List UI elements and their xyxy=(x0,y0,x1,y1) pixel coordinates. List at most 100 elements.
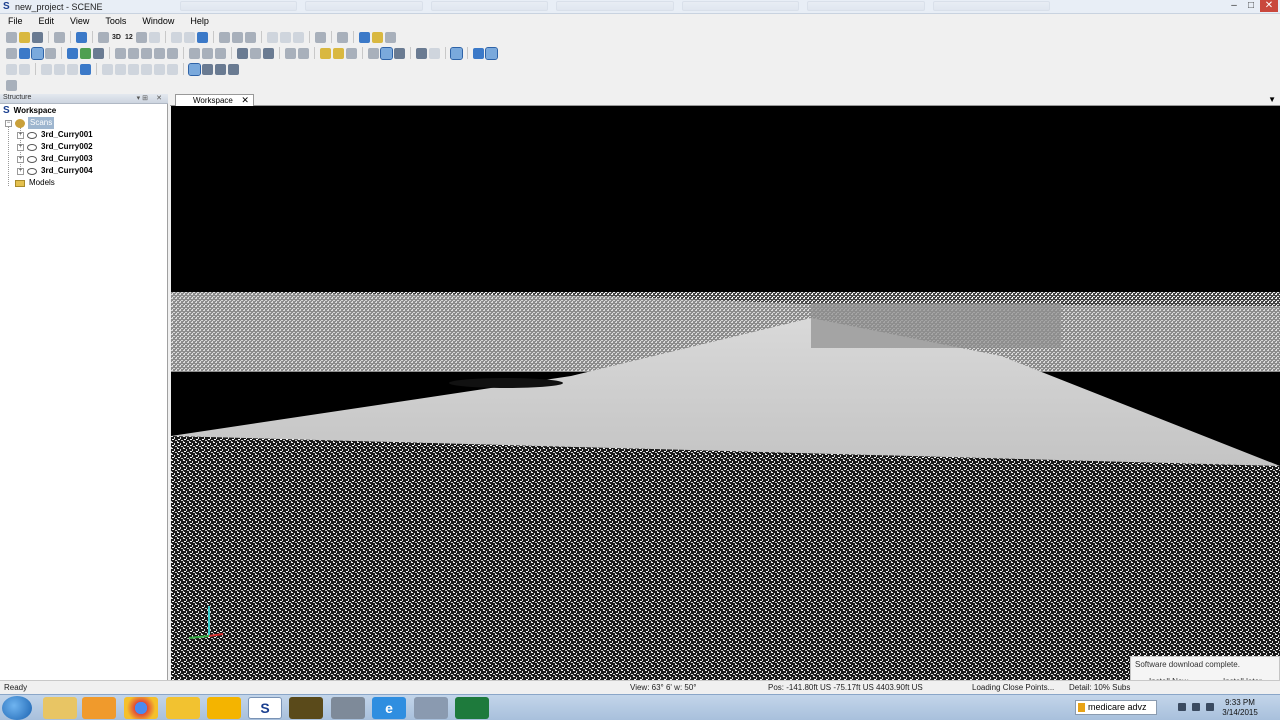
walk-icon[interactable] xyxy=(31,46,44,60)
tab-close-icon[interactable]: ✕ xyxy=(241,95,249,106)
pointer-icon[interactable] xyxy=(298,47,309,59)
network-icon[interactable] xyxy=(1192,703,1200,711)
draw-line-icon[interactable] xyxy=(115,63,126,75)
draw-window-icon[interactable] xyxy=(202,63,213,75)
marker-icon[interactable] xyxy=(263,47,274,59)
start-button-icon[interactable] xyxy=(2,696,32,720)
draw-arc-icon[interactable] xyxy=(167,63,178,75)
expand-toggle[interactable]: + xyxy=(17,167,24,175)
save-icon[interactable] xyxy=(32,31,43,43)
view-right-icon[interactable] xyxy=(154,47,165,59)
menu-help[interactable]: Help xyxy=(182,14,217,28)
draw-lasso-icon[interactable] xyxy=(41,63,52,75)
draw-move-icon[interactable] xyxy=(19,63,30,75)
rotate-icon[interactable] xyxy=(266,31,278,43)
snapshot-icon[interactable] xyxy=(218,31,230,43)
ie-icon[interactable]: e xyxy=(372,697,406,719)
point-cloud-view[interactable] xyxy=(171,106,1280,680)
view-top-icon[interactable] xyxy=(167,47,178,59)
draw-paste-icon[interactable] xyxy=(228,63,239,75)
tree-item-scan-2[interactable]: + 3rd_Curry002 xyxy=(17,141,93,153)
disk-icon[interactable] xyxy=(331,697,365,719)
close-window-button[interactable]: ✕ xyxy=(1260,0,1278,12)
sun-icon[interactable] xyxy=(207,697,241,719)
zoom-fit-icon[interactable] xyxy=(215,47,226,59)
norton-icon[interactable] xyxy=(166,697,200,719)
draw-poly-icon[interactable] xyxy=(128,63,139,75)
collapse-toggle[interactable]: − xyxy=(5,119,12,127)
new-icon[interactable] xyxy=(6,31,17,43)
draw-ellipse-icon[interactable] xyxy=(154,63,165,75)
expand-toggle[interactable]: + xyxy=(17,143,24,151)
tree-item-scans[interactable]: − Scans xyxy=(5,117,55,129)
clipboard-icon[interactable] xyxy=(231,31,243,43)
grid-coarse-icon[interactable] xyxy=(394,47,405,59)
maximize-button[interactable]: □ xyxy=(1243,0,1259,12)
draw-eraser-icon[interactable] xyxy=(67,63,78,75)
globe-icon[interactable] xyxy=(19,47,30,59)
structure-pin-button[interactable]: ▾ ⊞ xyxy=(137,94,148,102)
tag2-icon[interactable] xyxy=(333,47,344,59)
print-icon[interactable] xyxy=(54,31,65,43)
tree-item-workspace[interactable]: S Workspace xyxy=(3,105,56,117)
draw-rect-icon[interactable] xyxy=(102,63,113,75)
link-icon[interactable] xyxy=(45,47,56,59)
structure-close-button[interactable]: ✕ xyxy=(156,94,162,102)
home-icon[interactable] xyxy=(135,31,147,43)
cube-dark-icon[interactable] xyxy=(93,47,104,59)
scene-icon[interactable]: S xyxy=(248,697,282,719)
draw-pen-icon[interactable] xyxy=(80,63,91,75)
clip-box-icon[interactable] xyxy=(250,47,261,59)
view-3d-button[interactable]: 3D xyxy=(111,34,122,41)
grid-fine-icon[interactable] xyxy=(380,46,393,60)
system-clock[interactable]: 9:33 PM 3/14/2015 xyxy=(1218,698,1262,718)
cube-green-icon[interactable] xyxy=(80,47,91,59)
layer-active-icon[interactable] xyxy=(485,46,498,60)
menu-view[interactable]: View xyxy=(62,14,97,28)
grid-icon[interactable] xyxy=(285,47,296,59)
tree-item-scan-1[interactable]: + 3rd_Curry001 xyxy=(17,129,93,141)
tree-item-scan-4[interactable]: + 3rd_Curry004 xyxy=(17,165,93,177)
view-back-icon[interactable] xyxy=(128,47,139,59)
zoom-out-icon[interactable] xyxy=(202,47,213,59)
flag-icon[interactable] xyxy=(1178,703,1186,711)
grid-dark-icon[interactable] xyxy=(416,47,427,59)
view-left-icon[interactable] xyxy=(141,47,152,59)
undo-icon[interactable] xyxy=(279,31,291,43)
filter2-icon[interactable] xyxy=(346,47,357,59)
expand-toggle[interactable]: + xyxy=(17,131,24,139)
expand-toggle[interactable]: + xyxy=(17,155,24,163)
taskbar-search-input[interactable]: medicare advz xyxy=(1075,700,1157,715)
copy-icon[interactable] xyxy=(183,31,195,43)
zoom-in-icon[interactable] xyxy=(189,47,200,59)
minimize-button[interactable]: – xyxy=(1226,0,1242,12)
tab-workspace[interactable]: Workspace ✕ xyxy=(175,94,254,106)
layer-blue-icon[interactable] xyxy=(473,47,484,59)
measure-icon[interactable] xyxy=(237,47,248,59)
plugin-icon[interactable] xyxy=(6,79,17,91)
draw-square-icon[interactable] xyxy=(188,62,201,76)
draw-brush-icon[interactable] xyxy=(54,63,65,75)
list-icon[interactable] xyxy=(244,31,256,43)
redo-icon[interactable] xyxy=(292,31,304,43)
filter-icon[interactable] xyxy=(336,31,348,43)
view-12-button[interactable]: 12 xyxy=(124,34,134,41)
grid-dots-icon[interactable] xyxy=(368,47,379,59)
excel-icon[interactable] xyxy=(455,697,489,719)
menu-edit[interactable]: Edit xyxy=(31,14,63,28)
open-icon[interactable] xyxy=(19,31,30,43)
target-icon[interactable] xyxy=(371,31,383,43)
menu-tools[interactable]: Tools xyxy=(97,14,134,28)
tag-icon[interactable] xyxy=(320,47,331,59)
media-player-icon[interactable] xyxy=(82,697,116,719)
select-icon[interactable] xyxy=(450,46,463,60)
chrome-icon[interactable] xyxy=(124,697,158,719)
view-2d-icon[interactable] xyxy=(98,31,109,43)
cut-icon[interactable] xyxy=(170,31,182,43)
settings-icon[interactable] xyxy=(384,31,396,43)
import-icon[interactable] xyxy=(196,31,208,43)
help-icon[interactable] xyxy=(76,31,87,43)
cube-icon[interactable] xyxy=(67,47,78,59)
draw-circle-icon[interactable] xyxy=(141,63,152,75)
grid-light-icon[interactable] xyxy=(429,47,440,59)
